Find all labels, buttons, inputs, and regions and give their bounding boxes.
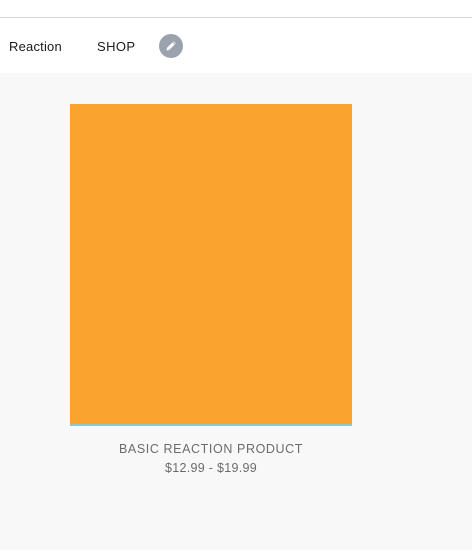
edit-button[interactable] <box>159 34 183 58</box>
navbar: Reaction SHOP <box>0 19 472 73</box>
pencil-icon <box>165 40 177 52</box>
product-grid: BASIC REACTION PRODUCT $12.99 - $19.99 <box>0 73 472 550</box>
product-image-placeholder[interactable] <box>70 104 352 426</box>
browser-top-strip <box>0 0 472 18</box>
nav-link-shop[interactable]: SHOP <box>97 39 135 54</box>
product-title: BASIC REACTION PRODUCT <box>118 442 304 456</box>
product-price: $12.99 - $19.99 <box>164 461 258 475</box>
product-card[interactable]: BASIC REACTION PRODUCT $12.99 - $19.99 <box>70 104 352 475</box>
brand-link[interactable]: Reaction <box>9 39 62 54</box>
